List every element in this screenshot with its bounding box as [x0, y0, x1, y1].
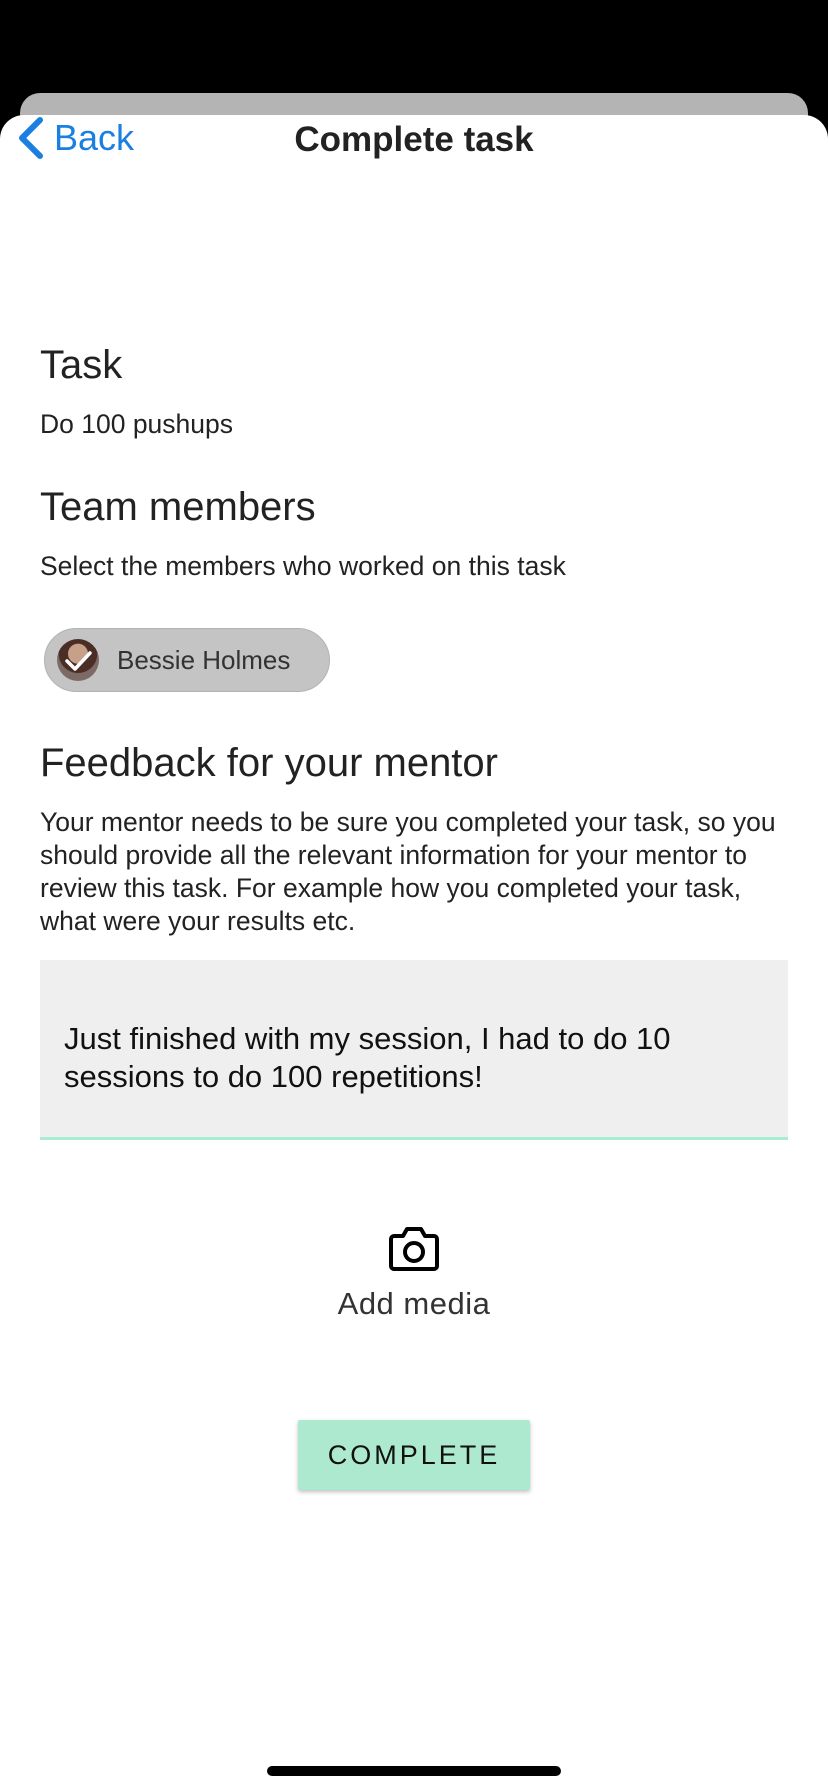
member-chip-bessie-holmes[interactable]: Bessie Holmes	[44, 628, 330, 692]
feedback-textarea[interactable]: Just finished with my session, I had to …	[40, 960, 788, 1140]
task-value: Do 100 pushups	[40, 409, 234, 439]
camera-icon	[314, 1226, 514, 1272]
page-title: Complete task	[294, 120, 534, 159]
team-members-description: Select the members who worked on this ta…	[40, 551, 566, 581]
complete-button[interactable]: COMPLETE	[298, 1420, 530, 1490]
home-indicator	[267, 1766, 561, 1776]
team-members-heading: Team members	[40, 485, 316, 529]
avatar	[57, 639, 99, 681]
member-name: Bessie Holmes	[117, 644, 291, 675]
feedback-text-value: Just finished with my session, I had to …	[64, 1021, 671, 1094]
feedback-description: Your mentor needs to be sure you complet…	[40, 807, 776, 936]
add-media-button[interactable]: Add media	[314, 1226, 514, 1346]
modal-sheet	[0, 115, 828, 1792]
check-icon	[65, 651, 92, 671]
add-media-label: Add media	[337, 1286, 491, 1321]
feedback-heading: Feedback for your mentor	[40, 741, 498, 785]
task-heading: Task	[40, 343, 123, 387]
